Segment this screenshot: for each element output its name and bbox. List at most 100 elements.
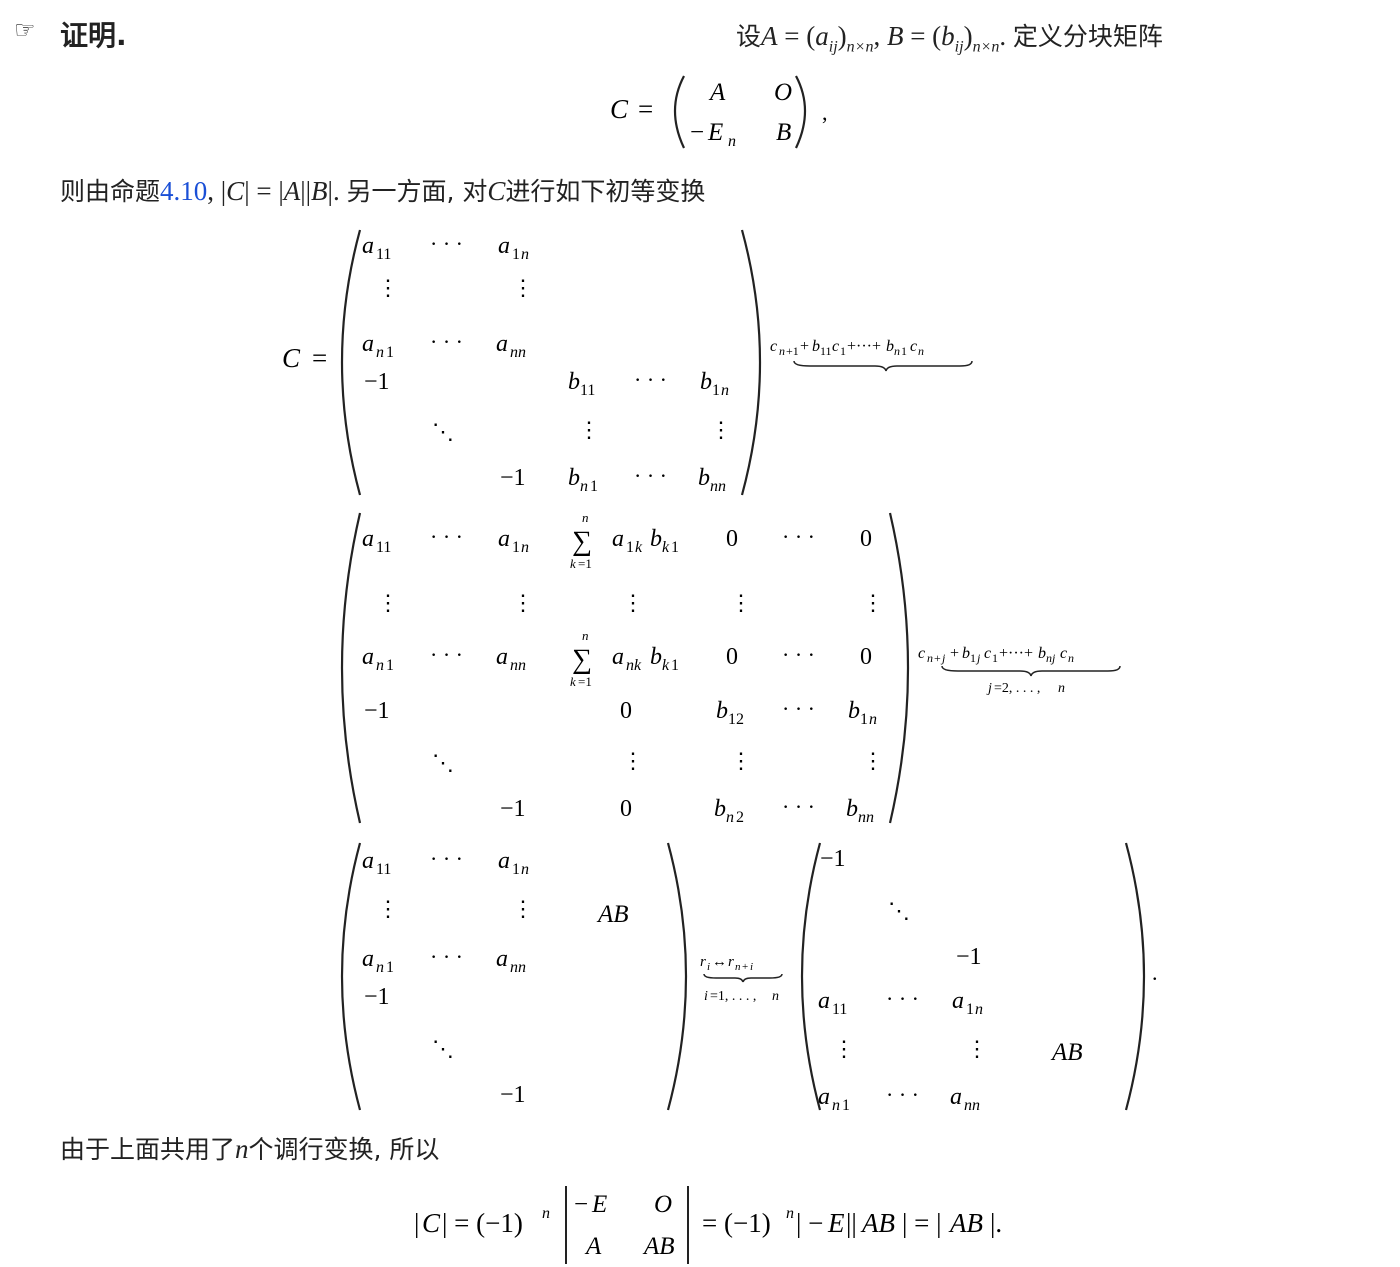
svg-text:1: 1 <box>970 651 976 665</box>
svg-text:1: 1 <box>386 344 394 361</box>
svg-text:k: k <box>662 657 670 674</box>
svg-text:n: n <box>975 1001 983 1018</box>
svg-text:b: b <box>1038 645 1046 662</box>
svg-text:C: C <box>422 1208 441 1238</box>
svg-text:a: a <box>612 644 624 670</box>
svg-text:c: c <box>984 645 991 662</box>
svg-text:nj: nj <box>1046 651 1056 665</box>
svg-text:||: || <box>846 1208 857 1238</box>
svg-text:a: a <box>498 848 510 874</box>
svg-text:· · ·: · · · <box>886 986 919 1011</box>
svg-text:−1: −1 <box>500 796 526 822</box>
row-swap-note: 由于上面共用了n个调行变换, 所以 <box>60 1134 440 1164</box>
svg-text:11: 11 <box>580 382 595 399</box>
svg-text:⋮: ⋮ <box>377 275 399 300</box>
svg-text:⋮: ⋮ <box>578 417 600 442</box>
svg-text:+: + <box>950 645 959 662</box>
svg-text:n: n <box>521 539 529 556</box>
intro-suffix: 定义分块矩阵 <box>1012 22 1163 51</box>
svg-text:b: b <box>700 369 712 395</box>
svg-text:nk: nk <box>626 657 642 674</box>
svg-text:⋮: ⋮ <box>377 896 399 921</box>
svg-text:a: a <box>362 233 374 259</box>
svg-text:· · ·: · · · <box>782 696 815 721</box>
svg-text:=1, . . . ,: =1, . . . , <box>710 989 756 1004</box>
svg-text:1: 1 <box>512 246 520 263</box>
svg-text:n: n <box>726 809 734 826</box>
svg-text:0: 0 <box>726 644 738 670</box>
svg-text:⋮: ⋮ <box>622 590 644 615</box>
svg-text:b: b <box>962 645 970 662</box>
svg-text:11: 11 <box>820 344 832 358</box>
transform-intro: 则由命题4.10, |C| = |A||B|. 另一方面, 对C进行如下初等变换 <box>60 176 706 206</box>
svg-text:AB: AB <box>1050 1039 1083 1066</box>
svg-text:A: A <box>708 79 726 106</box>
svg-text:j: j <box>986 681 992 696</box>
svg-text:|.: |. <box>990 1208 1002 1238</box>
svg-text:⋮: ⋮ <box>512 896 534 921</box>
svg-text:−1: −1 <box>364 369 390 395</box>
svg-text:a: a <box>498 233 510 259</box>
svg-text:11: 11 <box>376 861 391 878</box>
svg-text:2: 2 <box>736 809 744 826</box>
intro-definition: 设A = (aij)n×n, B = (bij)n×n. 定义分块矩阵 <box>736 21 1163 56</box>
svg-text:E: E <box>827 1208 845 1238</box>
svg-text:n: n <box>376 344 384 361</box>
svg-text:+: + <box>742 961 748 973</box>
svg-text:1: 1 <box>512 861 520 878</box>
svg-text:c: c <box>1060 645 1067 662</box>
svg-text:C: C <box>282 343 301 373</box>
svg-text:⋮: ⋮ <box>377 590 399 615</box>
svg-text:11: 11 <box>376 539 391 556</box>
svg-text:b: b <box>698 465 710 491</box>
svg-text:k: k <box>570 674 576 689</box>
svg-text:| = |: | = | <box>902 1208 942 1238</box>
svg-text:j: j <box>940 651 946 665</box>
svg-text:a: a <box>818 1084 830 1110</box>
svg-text:1: 1 <box>842 1097 850 1114</box>
svg-text:+1: +1 <box>786 344 799 358</box>
svg-text:nn: nn <box>964 1097 980 1114</box>
svg-text:· · ·: · · · <box>782 794 815 819</box>
svg-text:b: b <box>812 338 820 355</box>
svg-text:a: a <box>496 644 508 670</box>
svg-text:n: n <box>786 1205 794 1222</box>
svg-text:⋮: ⋮ <box>512 275 534 300</box>
svg-text:0: 0 <box>620 796 632 822</box>
svg-text:i: i <box>707 961 710 973</box>
svg-text:1: 1 <box>901 344 907 358</box>
svg-text:i: i <box>704 989 708 1004</box>
svg-text:· · ·: · · · <box>430 524 463 549</box>
svg-text:· · ·: · · · <box>430 846 463 871</box>
svg-text:+···+: +···+ <box>999 645 1033 662</box>
svg-text:n: n <box>521 246 529 263</box>
svg-text:⋱: ⋱ <box>432 1036 454 1061</box>
svg-text:n: n <box>721 382 729 399</box>
svg-text:· · ·: · · · <box>430 231 463 256</box>
op1-label: c <box>770 338 777 355</box>
svg-text:a: a <box>362 946 374 972</box>
svg-text:1: 1 <box>840 344 846 358</box>
svg-text:↔: ↔ <box>712 954 727 970</box>
svg-text:E: E <box>707 119 723 146</box>
svg-text:11: 11 <box>832 1001 847 1018</box>
svg-text:B: B <box>776 119 791 146</box>
svg-text:=: = <box>312 343 327 373</box>
svg-text:−1: −1 <box>500 465 526 491</box>
pointing-hand-icon: ☞ <box>14 16 36 44</box>
svg-text:⋮: ⋮ <box>862 590 884 615</box>
svg-text:n: n <box>376 657 384 674</box>
svg-text:n: n <box>918 344 924 358</box>
svg-text:+···+: +···+ <box>847 338 881 355</box>
svg-text:.: . <box>1152 960 1158 985</box>
svg-text:r: r <box>728 954 734 970</box>
svg-text:a: a <box>818 988 830 1014</box>
proposition-ref[interactable]: 4.10 <box>160 176 207 206</box>
svg-text:11: 11 <box>376 246 391 263</box>
svg-text:| = (−1): | = (−1) <box>442 1208 523 1238</box>
svg-text:−: − <box>574 1191 588 1218</box>
svg-text:+: + <box>934 651 941 665</box>
svg-text:nn: nn <box>510 959 526 976</box>
svg-text:i: i <box>750 961 753 973</box>
svg-text:1: 1 <box>860 711 868 728</box>
